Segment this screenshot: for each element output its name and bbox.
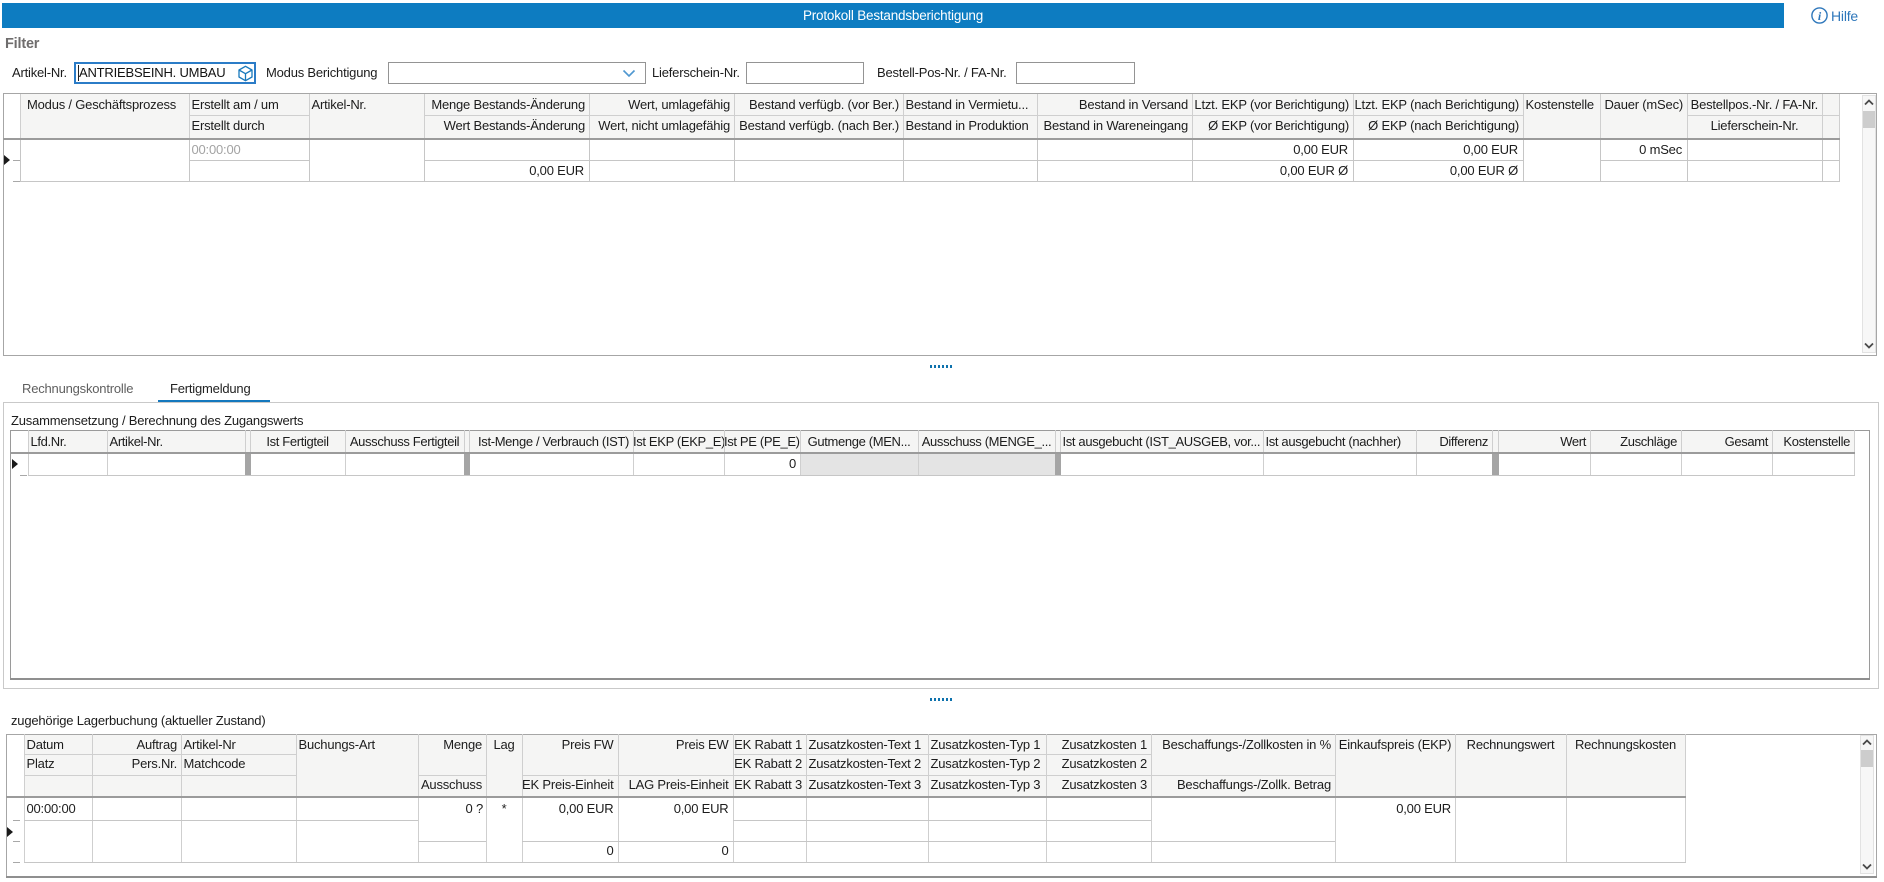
svg-text:i: i bbox=[1818, 9, 1822, 23]
